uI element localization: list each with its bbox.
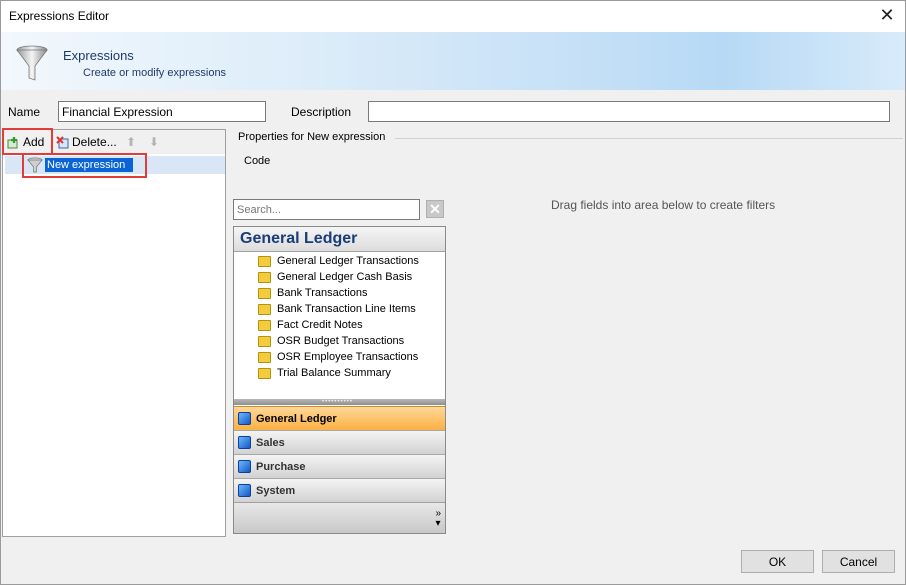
banner-title: Expressions <box>63 48 134 63</box>
folder-icon <box>258 367 271 379</box>
expressions-editor-window: Expressions Editor ✕ Expressions Create … <box>0 0 906 585</box>
navigator-overflow-bar: » ▾ <box>234 502 445 533</box>
list-item[interactable]: OSR Employee Transactions <box>234 349 445 365</box>
list-item[interactable]: General Ledger Transactions <box>234 253 445 269</box>
name-label: Name <box>8 105 41 119</box>
list-item[interactable]: Fact Credit Notes <box>234 317 445 333</box>
window-title: Expressions Editor <box>9 9 110 23</box>
code-label: Code <box>244 155 271 167</box>
close-icon[interactable]: ✕ <box>877 5 897 25</box>
delete-icon <box>56 135 69 148</box>
navigator-splitter[interactable]: •••••••••• <box>234 399 445 405</box>
move-down-icon[interactable]: ⬇ <box>149 132 159 152</box>
folder-icon <box>258 255 271 267</box>
drag-fields-hint: Drag fields into area below to create fi… <box>551 198 776 212</box>
cube-icon <box>238 412 251 425</box>
clear-search-icon[interactable]: ✕ <box>426 200 444 218</box>
list-item[interactable]: General Ledger Cash Basis <box>234 269 445 285</box>
section-sales[interactable]: Sales <box>234 430 445 454</box>
cube-icon <box>238 436 251 449</box>
delete-button[interactable]: Delete... <box>56 132 117 152</box>
folder-icon <box>258 303 271 315</box>
description-label: Description <box>291 105 352 119</box>
folder-icon <box>258 319 271 331</box>
folder-icon <box>258 335 271 347</box>
title-bar: Expressions Editor ✕ <box>1 1 905 32</box>
cancel-button[interactable]: Cancel <box>822 550 895 573</box>
add-button-highlight <box>2 128 53 155</box>
section-general-ledger[interactable]: General Ledger <box>234 406 445 430</box>
list-item[interactable]: Bank Transactions <box>234 285 445 301</box>
list-item[interactable]: Bank Transaction Line Items <box>234 301 445 317</box>
folder-icon <box>258 271 271 283</box>
delete-label: Delete... <box>72 135 117 149</box>
properties-title: Properties for New expression <box>238 131 386 143</box>
funnel-icon <box>16 45 48 81</box>
move-up-icon[interactable]: ⬆ <box>126 132 136 152</box>
properties-divider <box>395 138 903 139</box>
name-input[interactable] <box>58 101 266 122</box>
header-banner: Expressions Create or modify expressions <box>1 32 905 90</box>
list-item[interactable]: OSR Budget Transactions <box>234 333 445 349</box>
field-navigator: General Ledger General Ledger Transactio… <box>233 226 446 534</box>
ok-button[interactable]: OK <box>741 550 814 573</box>
navigator-item-list: General Ledger Transactions General Ledg… <box>234 253 445 381</box>
description-input[interactable] <box>368 101 890 122</box>
cube-icon <box>238 484 251 497</box>
search-input[interactable] <box>233 199 420 220</box>
chevron-down-icon[interactable]: » ▾ <box>435 509 441 529</box>
section-purchase[interactable]: Purchase <box>234 454 445 478</box>
section-system[interactable]: System <box>234 478 445 502</box>
list-item[interactable]: Trial Balance Summary <box>234 365 445 381</box>
folder-icon <box>258 351 271 363</box>
folder-icon <box>258 287 271 299</box>
expressions-tree-pane: Add Delete... ⬆ ⬇ New expression <box>2 129 226 537</box>
new-expression-highlight <box>22 153 147 178</box>
navigator-header: General Ledger <box>234 227 445 252</box>
banner-subtitle: Create or modify expressions <box>83 67 227 79</box>
cube-icon <box>238 460 251 473</box>
navigator-header-title: General Ledger <box>240 230 358 247</box>
